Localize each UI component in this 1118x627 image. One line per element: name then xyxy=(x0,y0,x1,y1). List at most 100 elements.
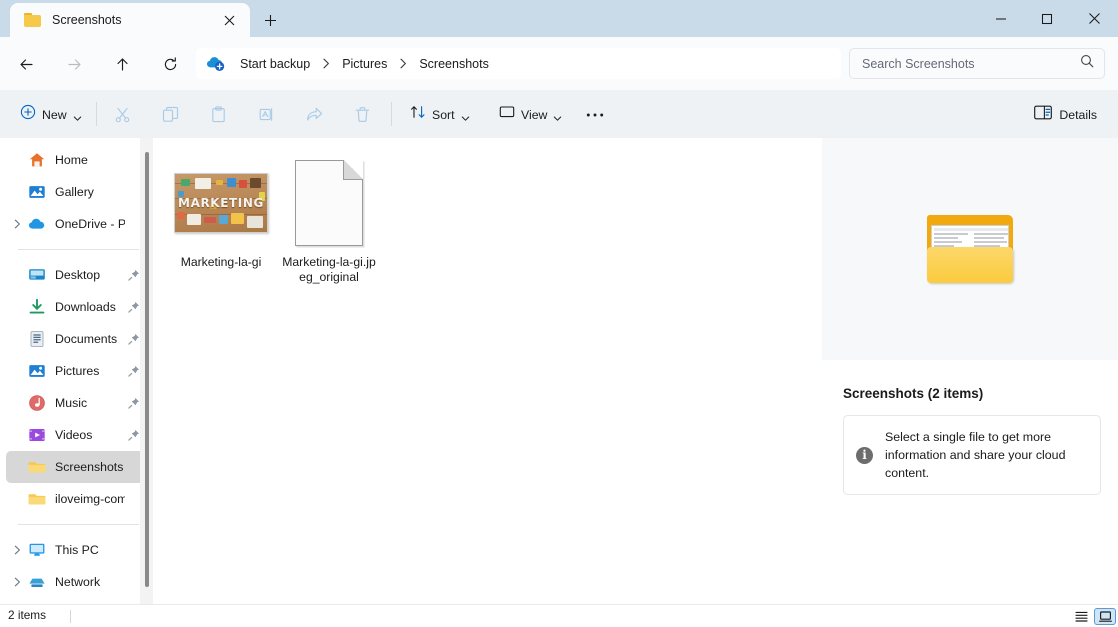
preview-area xyxy=(822,138,1118,360)
toolbar-divider xyxy=(96,102,97,126)
new-button[interactable]: New xyxy=(13,101,89,128)
file-explorer-window: Screenshots Start backup Pictures Screen… xyxy=(0,0,1118,627)
chevron-down-icon xyxy=(73,110,82,121)
expand-spacer xyxy=(6,355,28,387)
delete-button xyxy=(345,101,379,128)
sidebar-item-label: Downloads xyxy=(55,300,116,314)
details-info-text: Select a single file to get more informa… xyxy=(885,430,1066,480)
maximize-button[interactable] xyxy=(1024,0,1070,37)
title-bar: Screenshots xyxy=(0,0,1118,37)
file-name: Marketing-la-gi xyxy=(180,255,262,269)
close-button[interactable] xyxy=(1070,0,1118,37)
expand-spacer xyxy=(6,144,28,176)
expand-chevron-icon[interactable] xyxy=(6,566,28,598)
sidebar-item-onedrive-pers[interactable]: OneDrive - Pers xyxy=(6,208,145,240)
details-pane-toggle[interactable]: Details xyxy=(1026,101,1105,128)
sidebar-item-pictures[interactable]: Pictures xyxy=(6,355,145,387)
folder-icon xyxy=(28,490,46,508)
large-icons-view-button[interactable] xyxy=(1094,608,1116,625)
sidebar-item-label: Home xyxy=(55,153,88,167)
sidebar-item-gallery[interactable]: Gallery xyxy=(6,176,145,208)
gallery-icon xyxy=(28,183,46,201)
sidebar-item-videos[interactable]: Videos xyxy=(6,419,145,451)
breadcrumb-item-0[interactable]: Start backup xyxy=(235,54,315,74)
sidebar-item-label: Documents xyxy=(55,332,118,346)
new-button-label: New xyxy=(42,107,67,122)
sidebar-item-documents[interactable]: Documents xyxy=(6,323,145,355)
sidebar-divider xyxy=(18,524,139,525)
more-options-button[interactable] xyxy=(578,101,611,128)
close-tab-icon[interactable] xyxy=(216,7,242,33)
this-pc-icon xyxy=(28,541,46,559)
thumbnail-container xyxy=(295,154,363,252)
folder-preview-icon xyxy=(927,215,1013,283)
refresh-button[interactable] xyxy=(153,49,187,79)
sidebar-item-label: Gallery xyxy=(55,185,94,199)
sidebar-item-label: Music xyxy=(55,396,88,410)
search-input[interactable] xyxy=(860,55,1080,72)
search-icon[interactable] xyxy=(1080,54,1094,73)
details-pane-icon xyxy=(1034,105,1053,125)
paste-button xyxy=(201,101,235,128)
minimize-button[interactable] xyxy=(978,0,1024,37)
list-view-button[interactable] xyxy=(1070,608,1092,625)
info-icon: i xyxy=(856,446,873,464)
share-button xyxy=(297,101,331,128)
forward-button xyxy=(57,49,91,79)
expand-spacer xyxy=(6,451,28,483)
breadcrumb: Start backup Pictures Screenshots xyxy=(196,48,841,79)
home-icon xyxy=(28,151,46,169)
search-box[interactable] xyxy=(849,48,1105,79)
file-item-marketing-original[interactable]: Marketing-la-gi.jpeg_original xyxy=(275,148,383,291)
expand-spacer xyxy=(6,419,28,451)
sidebar-scrollbar-thumb[interactable] xyxy=(145,152,149,587)
generic-file-icon xyxy=(295,160,363,246)
pictures-icon xyxy=(28,362,46,380)
details-label: Details xyxy=(1059,107,1097,122)
back-button[interactable] xyxy=(9,49,43,79)
sidebar-item-label: OneDrive - Pers xyxy=(55,217,125,231)
sidebar-item-label: Desktop xyxy=(55,268,101,282)
sidebar-item-label: Videos xyxy=(55,428,93,442)
sidebar-item-downloads[interactable]: Downloads xyxy=(6,291,145,323)
view-icon xyxy=(499,104,515,125)
new-tab-button[interactable] xyxy=(256,6,284,34)
sidebar-item-screenshots[interactable]: Screenshots xyxy=(6,451,145,483)
file-grid: MARKETING Marketing-la-gi Marketing-la-g… xyxy=(153,138,383,291)
sidebar-item-iloveimg-compr[interactable]: iloveimg-compr xyxy=(6,483,145,515)
sidebar-item-this-pc[interactable]: This PC xyxy=(6,534,145,566)
sidebar-item-home[interactable]: Home xyxy=(6,144,145,176)
folder-icon xyxy=(24,13,41,27)
navigation-sidebar[interactable]: Home Gallery OneDrive - Pers Desktop Downloa… xyxy=(0,138,153,604)
file-item-marketing-image[interactable]: MARKETING Marketing-la-gi xyxy=(167,148,275,291)
downloads-icon xyxy=(28,298,46,316)
window-controls xyxy=(978,0,1118,37)
up-button[interactable] xyxy=(105,49,139,79)
file-list-area[interactable]: MARKETING Marketing-la-gi Marketing-la-g… xyxy=(153,138,820,604)
sidebar-item-desktop[interactable]: Desktop xyxy=(6,259,145,291)
sidebar-item-label: Screenshots xyxy=(55,460,124,474)
sidebar-item-label: Network xyxy=(55,575,101,589)
network-icon xyxy=(28,573,46,591)
details-pane: Screenshots (2 items) i Select a single … xyxy=(820,138,1118,604)
breadcrumb-item-1[interactable]: Pictures xyxy=(337,54,392,74)
tab-screenshots[interactable]: Screenshots xyxy=(10,3,250,37)
sidebar-item-network[interactable]: Network xyxy=(6,566,145,598)
sort-icon xyxy=(410,104,426,125)
documents-icon xyxy=(28,330,46,348)
image-thumbnail: MARKETING xyxy=(174,173,268,233)
view-button[interactable]: View xyxy=(492,101,569,128)
rename-button xyxy=(249,101,283,128)
sidebar-item-label: This PC xyxy=(55,543,99,557)
file-name: Marketing-la-gi.jpeg_original xyxy=(282,255,376,284)
expand-spacer xyxy=(6,323,28,355)
sort-button[interactable]: Sort xyxy=(403,101,477,128)
music-icon xyxy=(28,394,46,412)
chevron-down-icon xyxy=(553,110,562,121)
expand-chevron-icon[interactable] xyxy=(6,208,28,240)
thumbnail-text: MARKETING xyxy=(178,196,264,210)
expand-chevron-icon[interactable] xyxy=(6,534,28,566)
sidebar-item-music[interactable]: Music xyxy=(6,387,145,419)
breadcrumb-item-2[interactable]: Screenshots xyxy=(414,54,493,74)
sidebar-divider xyxy=(18,249,139,250)
